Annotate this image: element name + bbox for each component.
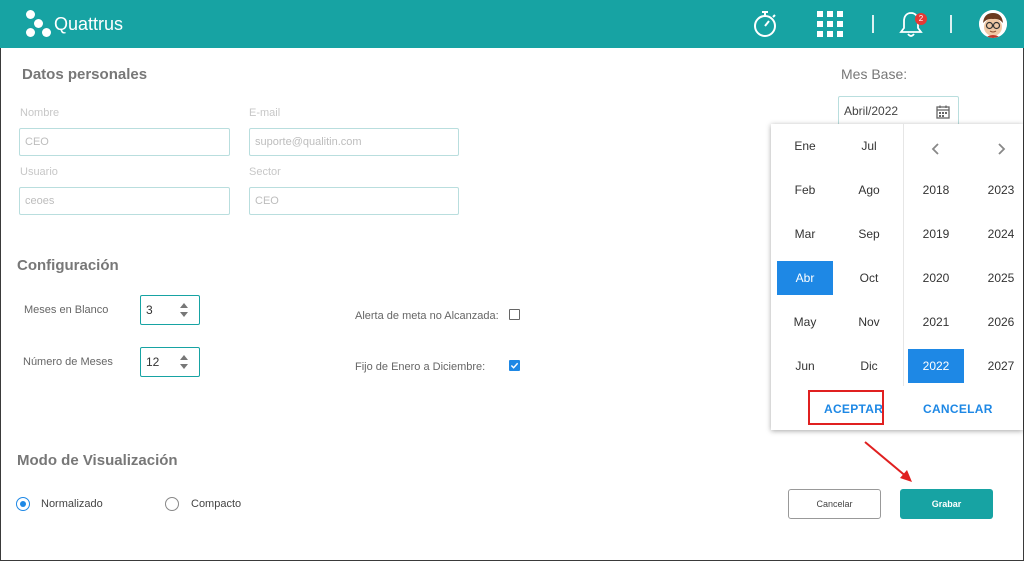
fijo-enero-label: Fijo de Enero a Diciembre:: [355, 361, 486, 373]
year-2020[interactable]: 2020: [908, 261, 964, 295]
quattrus-logo-icon: [26, 10, 52, 38]
year-2018[interactable]: 2018: [908, 173, 964, 207]
month-sep[interactable]: Sep: [841, 217, 897, 251]
month-abr[interactable]: Abr: [777, 261, 833, 295]
month-feb[interactable]: Feb: [777, 173, 833, 207]
month-year-picker: Ene Feb Mar Abr May Jun Jul Ago Sep Oct Nov Dic 20…: [771, 124, 1023, 430]
email-field[interactable]: suporte@qualitin.com: [249, 128, 459, 156]
meses-blanco-value: 3: [146, 303, 153, 317]
usuario-field[interactable]: ceoes: [19, 187, 230, 215]
picker-divider: [903, 124, 904, 386]
toolbar-separator: [872, 15, 874, 33]
stopwatch-icon[interactable]: [750, 9, 780, 39]
month-dic[interactable]: Dic: [841, 349, 897, 383]
annotation-arrow-icon: [864, 441, 912, 482]
month-may[interactable]: May: [777, 305, 833, 339]
numero-meses-stepper[interactable]: 12: [140, 347, 200, 377]
mes-base-title: Mes Base:: [841, 66, 908, 82]
nombre-label: Nombre: [20, 107, 60, 119]
personal-data-title: Datos personales: [22, 66, 148, 83]
config-title: Configuración: [17, 257, 119, 274]
avatar[interactable]: [979, 10, 1007, 38]
toolbar-separator: [950, 15, 952, 33]
radio-compacto[interactable]: [165, 497, 179, 511]
accept-highlight-box: [808, 390, 884, 425]
year-2027[interactable]: 2027: [973, 349, 1024, 383]
visual-mode-title: Modo de Visualización: [17, 452, 178, 469]
save-button[interactable]: Grabar: [900, 489, 993, 519]
sector-label: Sector: [249, 166, 281, 178]
compacto-label: Compacto: [191, 498, 242, 510]
alerta-meta-label: Alerta de meta no Alcanzada:: [355, 310, 499, 322]
month-nov[interactable]: Nov: [841, 305, 897, 339]
mes-base-input[interactable]: Abril/2022: [838, 96, 959, 126]
normalizado-label: Normalizado: [41, 498, 103, 510]
month-mar[interactable]: Mar: [777, 217, 833, 251]
spinner-arrows-icon[interactable]: [179, 301, 189, 319]
calendar-icon[interactable]: [936, 105, 950, 119]
email-label: E-mail: [249, 107, 281, 119]
spinner-arrows-icon[interactable]: [179, 353, 189, 371]
brand-name: Quattrus: [54, 14, 124, 34]
chevron-left-icon[interactable]: [931, 143, 941, 155]
month-oct[interactable]: Oct: [841, 261, 897, 295]
radio-normalizado[interactable]: [16, 497, 30, 511]
month-jul[interactable]: Jul: [841, 129, 897, 163]
year-2025[interactable]: 2025: [973, 261, 1024, 295]
numero-meses-label: Número de Meses: [23, 356, 113, 368]
numero-meses-value: 12: [146, 355, 160, 369]
sector-field[interactable]: CEO: [249, 187, 459, 215]
check-icon: [510, 362, 519, 369]
chevron-right-icon[interactable]: [996, 143, 1006, 155]
year-2021[interactable]: 2021: [908, 305, 964, 339]
picker-cancel-button[interactable]: CANCELAR: [923, 402, 993, 416]
month-jun[interactable]: Jun: [777, 349, 833, 383]
usuario-label: Usuario: [20, 166, 58, 178]
year-2022[interactable]: 2022: [908, 349, 964, 383]
alerta-meta-checkbox[interactable]: [509, 309, 520, 320]
cancel-button[interactable]: Cancelar: [788, 489, 881, 519]
month-ene[interactable]: Ene: [777, 129, 833, 163]
apps-grid-icon[interactable]: [815, 9, 845, 39]
month-ago[interactable]: Ago: [841, 173, 897, 207]
meses-blanco-label: Meses en Blanco: [24, 304, 109, 316]
top-bar: Quattrus 2: [0, 0, 1024, 48]
nombre-field[interactable]: CEO: [19, 128, 230, 156]
year-2023[interactable]: 2023: [973, 173, 1024, 207]
meses-blanco-stepper[interactable]: 3: [140, 295, 200, 325]
year-2024[interactable]: 2024: [973, 217, 1024, 251]
notification-badge: 2: [915, 13, 927, 25]
year-2019[interactable]: 2019: [908, 217, 964, 251]
year-2026[interactable]: 2026: [973, 305, 1024, 339]
fijo-enero-checkbox[interactable]: [509, 360, 520, 371]
mes-base-value: Abril/2022: [844, 104, 899, 118]
